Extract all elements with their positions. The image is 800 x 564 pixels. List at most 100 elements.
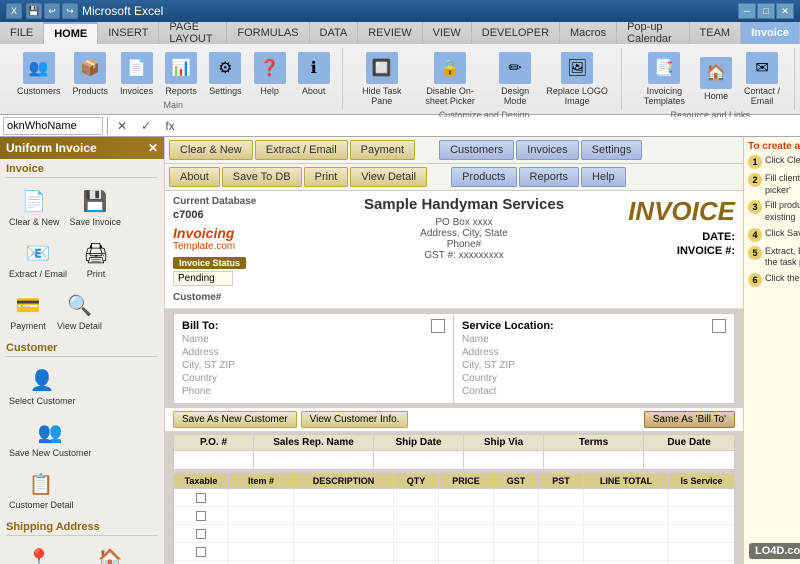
service-checkbox[interactable] <box>712 319 726 333</box>
ribbon-reports[interactable]: 📊 Reports <box>161 50 201 98</box>
bill-phone: Phone <box>182 385 445 398</box>
item-3 <box>229 525 294 542</box>
btn-clear-new[interactable]: Clear & New <box>169 140 253 160</box>
tab-file[interactable]: FILE <box>0 22 44 44</box>
panel-invoice-items: 📄 Clear & New 💾 Save Invoice 📧 Extract /… <box>6 182 158 334</box>
btn-customers[interactable]: Customers <box>439 140 514 160</box>
btn-save-to-db[interactable]: Save To DB <box>222 167 302 187</box>
tab-popup-calendar[interactable]: Pop-up Calendar <box>617 22 689 44</box>
formula-cancel[interactable]: ✕ <box>112 117 132 135</box>
btn-save-as-new-customer[interactable]: Save As New Customer <box>173 411 297 428</box>
main-layout: Uniform Invoice ✕ Invoice 📄 Clear & New … <box>0 137 800 564</box>
panel-same-as-bill[interactable]: 🏠 Same As Bill To <box>76 540 144 564</box>
clear-new-icon: 📄 <box>18 185 50 217</box>
col-pst: PST <box>539 474 584 488</box>
ribbon-about[interactable]: ℹ About <box>294 50 334 98</box>
db-value: c7006 <box>173 209 313 221</box>
tab-macros[interactable]: Macros <box>560 22 617 44</box>
btn-same-as-bill-to[interactable]: Same As 'Bill To' <box>644 411 735 428</box>
taxable-checkbox-2[interactable] <box>196 511 206 521</box>
panel-print[interactable]: 🖨 Print <box>74 234 118 282</box>
ribbon-customers[interactable]: 👥 Customers <box>13 50 65 98</box>
name-box[interactable] <box>3 117 103 135</box>
left-panel: Uniform Invoice ✕ Invoice 📄 Clear & New … <box>0 137 165 564</box>
ribbon-disable-picker[interactable]: 🔒 Disable On-sheet Picker <box>412 50 488 108</box>
invoicing-templates-icon: 📑 <box>648 52 680 84</box>
panel-save-invoice[interactable]: 💾 Save Invoice <box>67 182 125 230</box>
ribbon-hide-task[interactable]: 🔲 Hide Task Pane <box>356 50 408 108</box>
quick-access-undo[interactable]: ↩ <box>44 3 60 19</box>
panel-select-address[interactable]: 📍 Select Address <box>6 540 72 564</box>
po-header-ship-date: Ship Date <box>374 435 464 450</box>
btn-about[interactable]: About <box>169 167 220 187</box>
disable-picker-icon: 🔒 <box>434 52 466 84</box>
close-button[interactable]: ✕ <box>776 3 794 19</box>
tab-page-layout[interactable]: PAGE LAYOUT <box>159 22 227 44</box>
svc-name: Name <box>462 333 726 346</box>
formula-divider <box>107 117 108 135</box>
tab-view[interactable]: VIEW <box>423 22 472 44</box>
panel-clear-new[interactable]: 📄 Clear & New <box>6 182 63 230</box>
maximize-button[interactable]: □ <box>757 3 775 19</box>
formula-confirm[interactable]: ✓ <box>136 117 156 135</box>
panel-customer-detail[interactable]: 📋 Customer Detail <box>6 465 77 513</box>
tab-invoice[interactable]: Invoice <box>741 22 800 44</box>
btn-payment[interactable]: Payment <box>350 140 415 160</box>
taxable-checkbox-3[interactable] <box>196 529 206 539</box>
formula-input[interactable] <box>184 117 797 135</box>
ribbon-products[interactable]: 📦 Products <box>69 50 113 98</box>
btn-view-detail[interactable]: View Detail <box>350 167 427 187</box>
btn-invoices[interactable]: Invoices <box>516 140 578 160</box>
ribbon-contact-email[interactable]: ✉ Contact / Email <box>738 50 786 108</box>
btn-settings[interactable]: Settings <box>581 140 643 160</box>
col-gst: GST <box>494 474 539 488</box>
btn-reports[interactable]: Reports <box>519 167 580 187</box>
ribbon-help[interactable]: ❓ Help <box>250 50 290 98</box>
panel-view-detail[interactable]: 🔍 View Detail <box>54 286 105 334</box>
tab-home[interactable]: HOME <box>44 22 98 44</box>
ribbon-settings[interactable]: ⚙ Settings <box>205 50 246 98</box>
btn-help[interactable]: Help <box>581 167 626 187</box>
tab-developer[interactable]: DEVELOPER <box>472 22 560 44</box>
po-val-terms <box>544 451 644 469</box>
bill-address: Address <box>182 346 445 359</box>
panel-extract-email[interactable]: 📧 Extract / Email <box>6 234 70 282</box>
item-2 <box>229 507 294 524</box>
quick-access-save[interactable]: 💾 <box>26 3 42 19</box>
panel-payment[interactable]: 💳 Payment <box>6 286 50 334</box>
hint-2: 2 Fill client informati... 'on-sheet pic… <box>748 173 800 196</box>
ribbon-replace-logo[interactable]: 🖼 Replace LOGO Image <box>542 50 613 108</box>
taxable-checkbox-1[interactable] <box>196 493 206 503</box>
ribbon-design-mode[interactable]: ✏ Design Mode <box>492 50 537 108</box>
col-qty: QTY <box>394 474 439 488</box>
tab-formulas[interactable]: FORMULAS <box>227 22 309 44</box>
hint-3-text: Fill products / iter... pick from existi… <box>765 200 800 223</box>
tab-insert[interactable]: INSERT <box>98 22 159 44</box>
bill-to-checkbox[interactable] <box>431 319 445 333</box>
hint-4-text: Click Save Invoice <box>765 228 800 242</box>
panel-save-new-customer[interactable]: 👥 Save New Customer <box>6 413 95 461</box>
formula-fx[interactable]: fx <box>160 117 180 135</box>
title-bar: X 💾 ↩ ↪ Microsoft Excel ─ □ ✕ <box>0 0 800 22</box>
tab-team[interactable]: TEAM <box>690 22 742 44</box>
ribbon-invoices[interactable]: 📄 Invoices <box>116 50 157 98</box>
watermark: LO4D.com <box>749 543 800 559</box>
ribbon-invoicing-templates[interactable]: 📑 Invoicing Templates <box>635 50 695 108</box>
company-gst: GST #: xxxxxxxxx <box>323 250 605 261</box>
panel-select-customer[interactable]: 👤 Select Customer <box>6 361 79 409</box>
hint-1-text: Click Clear & Ne... <box>765 155 800 169</box>
taxable-checkbox-4[interactable] <box>196 547 206 557</box>
ribbon-home[interactable]: 🏠 Home <box>698 55 734 103</box>
design-mode-icon: ✏ <box>499 52 531 84</box>
btn-print[interactable]: Print <box>304 167 349 187</box>
minimize-button[interactable]: ─ <box>738 3 756 19</box>
service-location-section: Service Location: Name Address City, ST … <box>454 314 734 403</box>
panel-close-button[interactable]: ✕ <box>148 141 158 155</box>
btn-products[interactable]: Products <box>451 167 516 187</box>
po-header-terms: Terms <box>544 435 644 450</box>
btn-extract-email[interactable]: Extract / Email <box>255 140 348 160</box>
quick-access-redo[interactable]: ↪ <box>62 3 78 19</box>
btn-view-customer-info[interactable]: View Customer Info. <box>301 411 409 428</box>
tab-review[interactable]: REVIEW <box>358 22 422 44</box>
tab-data[interactable]: DATA <box>310 22 359 44</box>
